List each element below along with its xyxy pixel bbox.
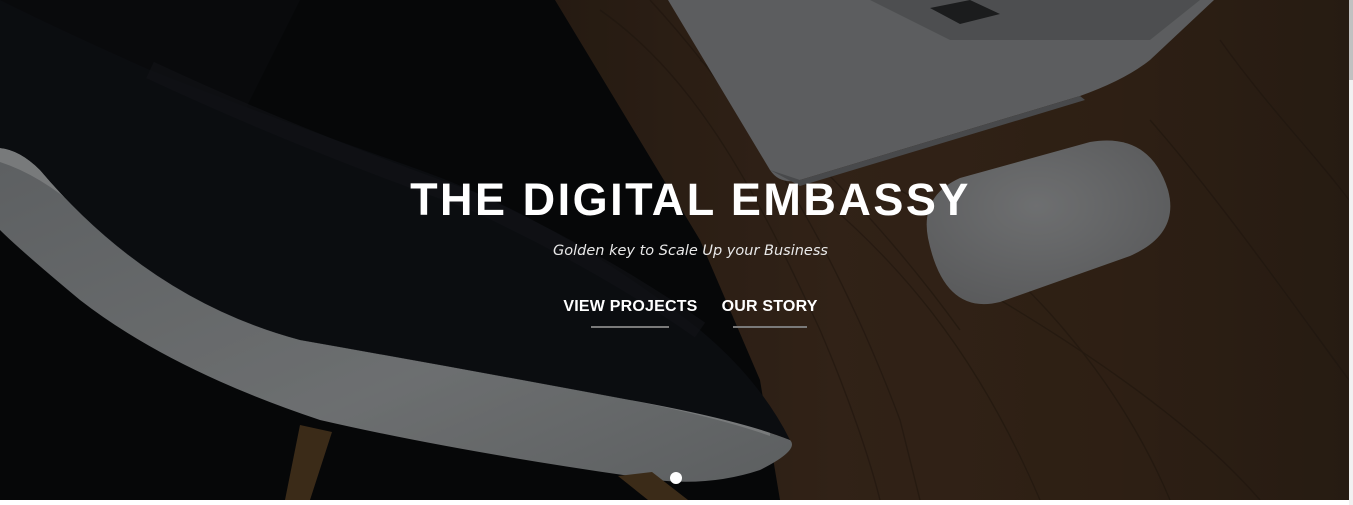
our-story-label: OUR STORY bbox=[721, 298, 818, 315]
hero-actions: VIEW PROJECTS OUR STORY bbox=[0, 298, 1349, 328]
hero-subtitle: Golden key to Scale Up your Business bbox=[553, 243, 828, 259]
hero-content: THE DIGITAL EMBASSY Golden key to Scale … bbox=[0, 0, 1349, 500]
slider-pagination bbox=[0, 472, 1349, 484]
link-underline bbox=[591, 326, 670, 328]
view-projects-link[interactable]: VIEW PROJECTS bbox=[563, 298, 697, 328]
our-story-link[interactable]: OUR STORY bbox=[722, 298, 818, 328]
link-underline bbox=[732, 326, 807, 328]
page-scrollbar[interactable] bbox=[1349, 0, 1353, 505]
dot-icon[interactable] bbox=[669, 472, 682, 484]
hero-slider: THE DIGITAL EMBASSY Golden key to Scale … bbox=[0, 0, 1349, 500]
hero-title: THE DIGITAL EMBASSY bbox=[410, 174, 971, 225]
view-projects-label: VIEW PROJECTS bbox=[563, 298, 698, 315]
scrollbar-thumb[interactable] bbox=[1349, 0, 1353, 80]
